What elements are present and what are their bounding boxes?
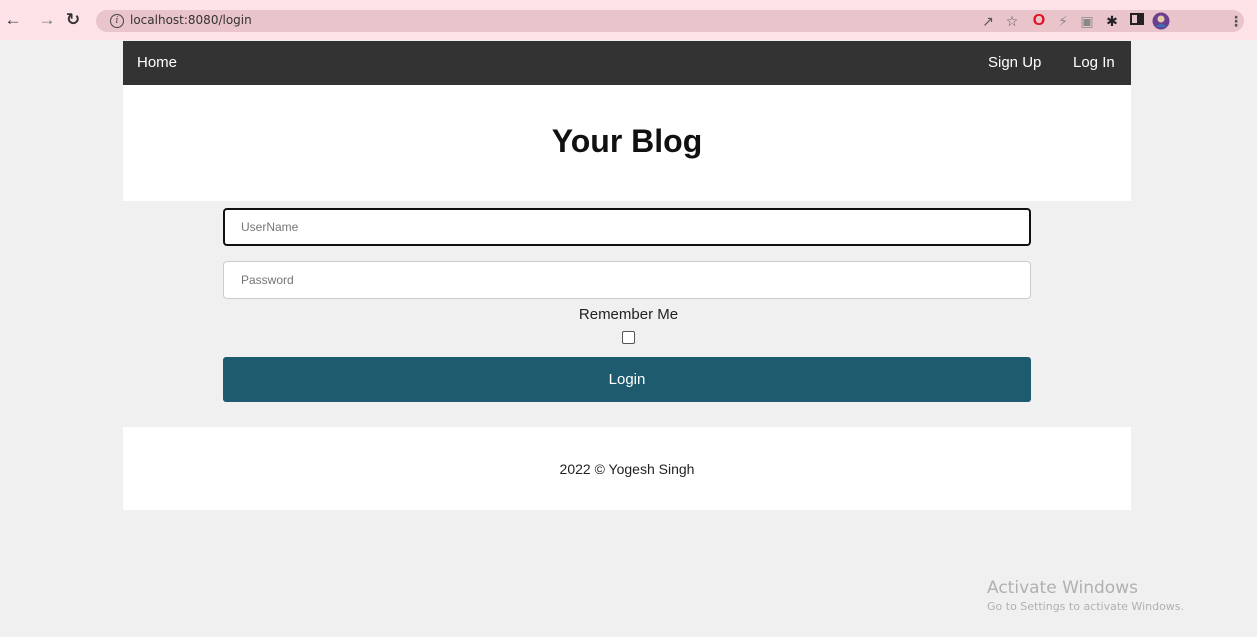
nav-signup-link[interactable]: Sign Up — [988, 54, 1041, 72]
remember-me-label: Remember Me — [578, 306, 679, 323]
puzzle-icon[interactable]: ✱ — [1103, 12, 1121, 30]
footer-copyright: 2022 © Yogesh Singh — [559, 461, 695, 477]
site-info-icon[interactable]: i — [110, 14, 124, 28]
top-navbar: Home Sign Up Log In — [123, 41, 1131, 85]
username-input[interactable] — [223, 208, 1031, 246]
nav-login-link[interactable]: Log In — [1073, 54, 1115, 72]
login-button[interactable]: Login — [223, 357, 1031, 402]
page-header: Your Blog — [123, 85, 1131, 201]
nav-home-link[interactable]: Home — [137, 54, 177, 72]
reload-icon[interactable]: ↻ — [64, 11, 82, 29]
page-title: Your Blog — [551, 123, 703, 159]
sidebar-icon[interactable] — [1128, 12, 1146, 30]
browser-toolbar: ← → ↻ i localhost:8080/login ↗ ☆ O ⚡ ▣ ✱… — [0, 0, 1257, 40]
back-arrow-icon[interactable]: ← — [4, 11, 22, 29]
profile-avatar-icon[interactable] — [1152, 12, 1170, 30]
share-icon[interactable]: ↗ — [979, 12, 997, 30]
bookmark-star-icon[interactable]: ☆ — [1003, 12, 1021, 30]
activate-windows-title: Activate Windows — [987, 578, 1138, 598]
extension-icon[interactable]: ⚡ — [1054, 12, 1072, 30]
password-input[interactable] — [223, 261, 1031, 299]
address-bar-url[interactable]: localhost:8080/login — [130, 13, 252, 27]
opera-icon[interactable]: O — [1030, 12, 1048, 30]
forward-arrow-icon[interactable]: → — [38, 11, 56, 29]
activate-windows-subtitle: Go to Settings to activate Windows. — [987, 600, 1185, 613]
page-footer: 2022 © Yogesh Singh — [123, 427, 1131, 510]
remember-me-checkbox[interactable] — [622, 331, 635, 344]
menu-kebab-icon[interactable]: ⋮ — [1227, 12, 1245, 30]
tab-icon[interactable]: ▣ — [1078, 12, 1096, 30]
